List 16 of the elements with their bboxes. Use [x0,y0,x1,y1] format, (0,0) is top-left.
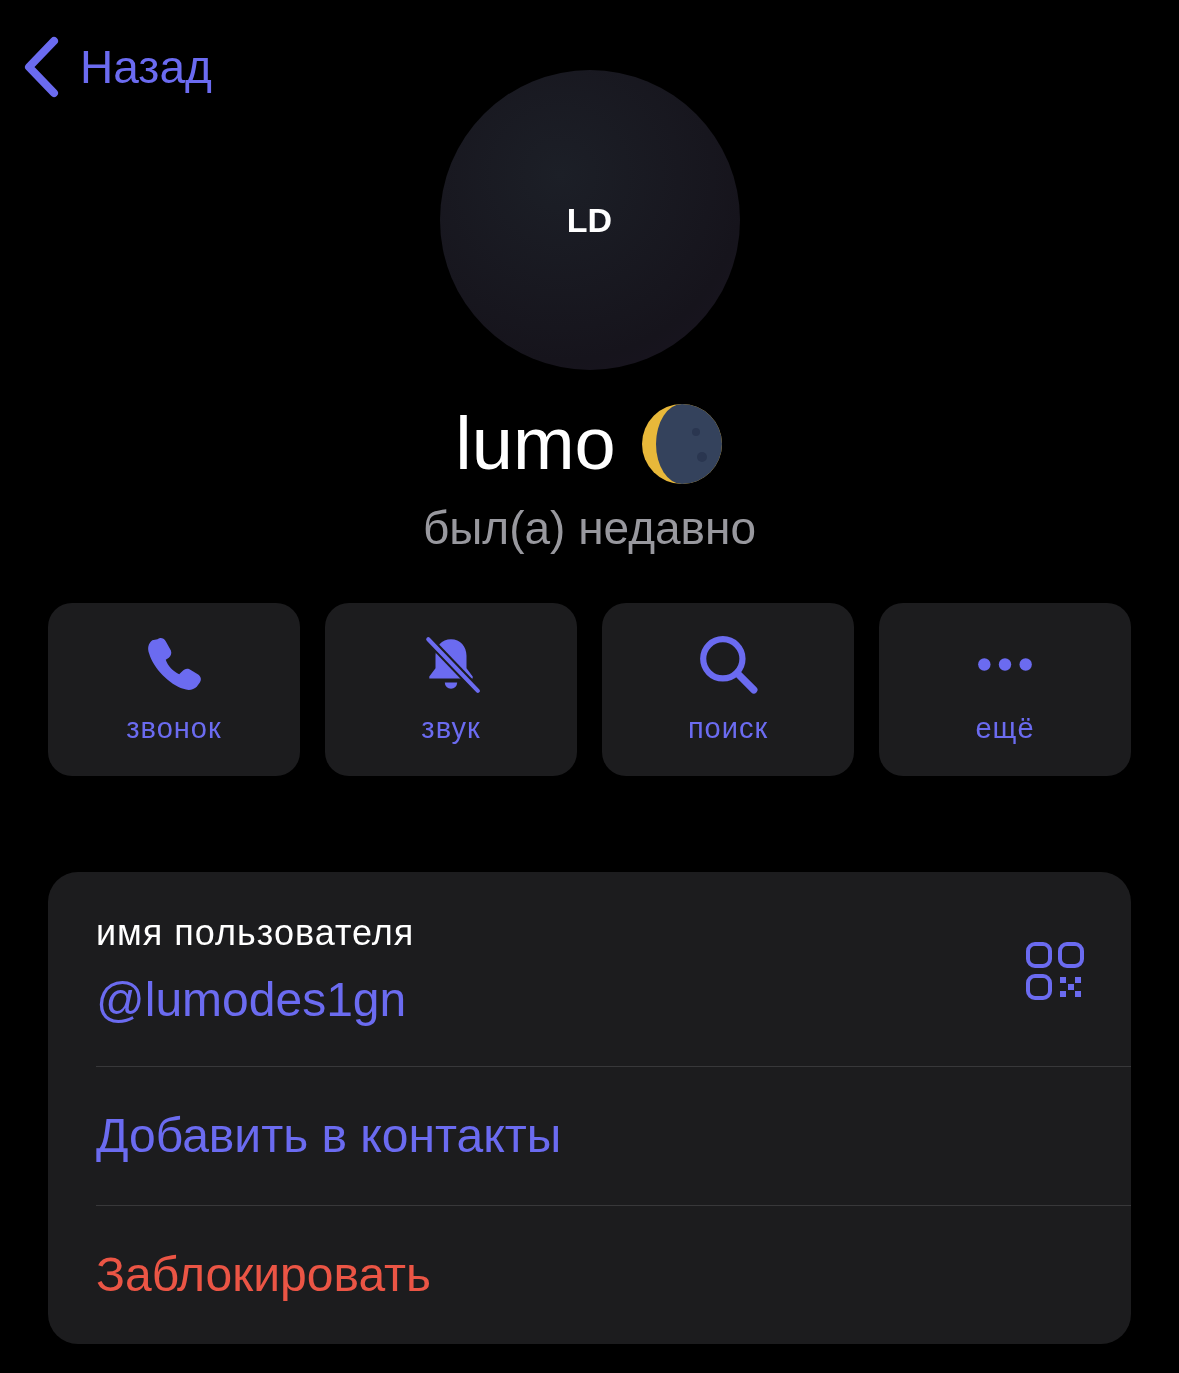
search-action-button[interactable]: поиск [602,603,854,776]
avatar-logo-text: LD [566,199,613,241]
more-action-button[interactable]: ещё [879,603,1131,776]
profile-name: lumo [455,407,616,481]
qr-code-icon[interactable] [1025,941,1085,1001]
moon-icon [639,402,724,486]
add-contact-link[interactable]: Добавить в контакты [96,1067,1131,1205]
mute-action-button[interactable]: звук [325,603,577,776]
back-button[interactable]: Назад [22,36,212,98]
call-action-button[interactable]: звонок [48,603,300,776]
block-link[interactable]: Заблокировать [96,1205,1131,1344]
chevron-left-icon [22,36,60,98]
search-icon [697,633,759,696]
username-label: имя пользователя [96,911,415,955]
status-text: был(а) недавно [421,501,758,556]
username-link[interactable]: @lumodes1gn [96,964,415,1036]
